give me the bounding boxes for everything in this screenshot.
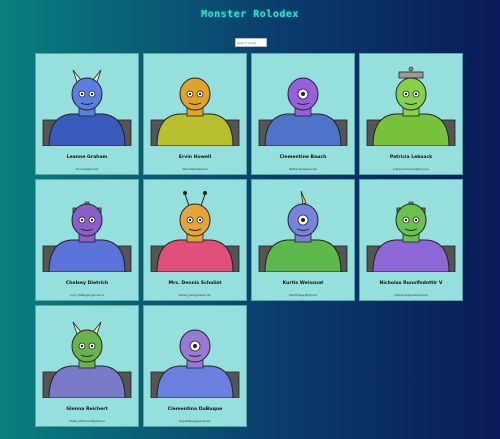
monster-avatar <box>42 69 132 146</box>
monster-name: Clementine Bauch <box>279 155 327 160</box>
monster-card[interactable]: Kurtis Weissnat Telly.Hoeger@billy.biz <box>251 179 355 301</box>
monster-email: Rey.Padberg@karina.biz <box>179 420 211 423</box>
monster-email: Julianne.OConner@kory.org <box>393 168 429 171</box>
monster-name: Chelsey Dietrich <box>65 281 109 286</box>
monster-avatar <box>258 190 348 272</box>
monster-card[interactable]: Clementina DuBuque Rey.Padberg@karina.biz <box>143 305 247 427</box>
monster-avatar <box>150 77 240 146</box>
monster-name: Mrs. Dennis Schulist <box>168 281 222 286</box>
monster-card[interactable]: Nicholas Runolfsdottir V Sherwood@rosamon… <box>359 179 463 301</box>
monster-avatar <box>42 321 132 398</box>
monster-email: Sincere@april.biz <box>75 168 99 171</box>
monster-card[interactable]: Patricia Lebsack Julianne.OConner@kory.or… <box>359 53 463 175</box>
monster-avatar <box>150 329 240 398</box>
monster-name: Leanne Graham <box>66 155 108 160</box>
search-input[interactable] <box>235 38 267 47</box>
monster-name: Glenna Reichert <box>66 407 108 412</box>
monster-email: Sherwood@rosamond.me <box>394 294 428 297</box>
monster-email: Nathan@yesenia.net <box>289 168 317 171</box>
monster-avatar <box>258 77 348 146</box>
app-title: Monster Rolodex <box>201 9 299 20</box>
monster-card[interactable]: Chelsey Dietrich Lucio_Hettinger@annie.ca <box>35 179 139 301</box>
monster-name: Nicholas Runolfsdottir V <box>379 281 443 286</box>
monster-avatar <box>150 191 240 272</box>
monster-email: Shanna@melissa.tv <box>182 168 208 171</box>
monster-card[interactable]: Clementine Bauch Nathan@yesenia.net <box>251 53 355 175</box>
monster-avatar <box>366 201 456 272</box>
monster-card[interactable]: Mrs. Dennis Schulist Karley_Dach@jasper.i… <box>143 179 247 301</box>
monster-email: Lucio_Hettinger@annie.ca <box>70 294 104 297</box>
card-list: Leanne Graham Sincere@april.biz Ervin How… <box>35 53 463 427</box>
monster-avatar <box>42 201 132 272</box>
monster-card[interactable]: Glenna Reichert Chaim_McDermott@dana.io <box>35 305 139 427</box>
monster-card[interactable]: Ervin Howell Shanna@melissa.tv <box>143 53 247 175</box>
monster-avatar <box>366 66 456 146</box>
monster-card[interactable]: Leanne Graham Sincere@april.biz <box>35 53 139 175</box>
monster-email: Chaim_McDermott@dana.io <box>68 420 106 423</box>
monster-email: Telly.Hoeger@billy.biz <box>289 294 317 297</box>
monster-name: Kurtis Weissnat <box>282 281 324 286</box>
monster-email: Karley_Dach@jasper.info <box>178 294 212 297</box>
monster-name: Ervin Howell <box>178 155 212 160</box>
monster-name: Clementina DuBuque <box>167 407 223 412</box>
monster-name: Patricia Lebsack <box>389 155 433 160</box>
